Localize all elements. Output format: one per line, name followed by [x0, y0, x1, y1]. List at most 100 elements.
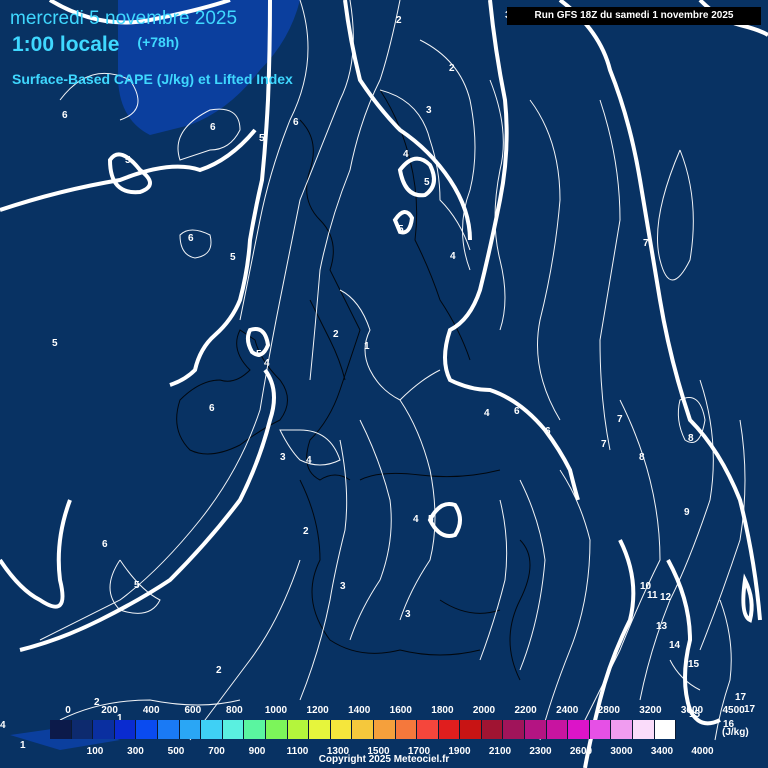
- legend-tick-bottom: 1100: [286, 746, 309, 757]
- forecast-time-label: 1:00 locale: [12, 33, 120, 56]
- legend-swatch: [525, 720, 547, 739]
- legend-tick-top: 200: [101, 705, 118, 716]
- legend-swatch: [481, 720, 504, 739]
- li-label: 6: [102, 539, 108, 550]
- legend-tick-bottom: 1900: [448, 746, 471, 757]
- color-scale-legend: [50, 720, 677, 740]
- li-label: 6: [188, 233, 194, 244]
- li-label: 6: [209, 403, 215, 414]
- cape-map-panel: 2 2 3 4 5 5 5 5 6 6 6 6 6 5 5 4 4 2 1 5 …: [0, 0, 768, 768]
- li-label: 4: [450, 251, 456, 262]
- legend-swatch: [93, 720, 115, 739]
- legend-tick-bottom: 3400: [650, 746, 674, 757]
- legend-swatch: [179, 720, 202, 739]
- legend-swatch: [265, 720, 288, 739]
- li-label: 4: [0, 720, 6, 731]
- legend-swatch: [438, 720, 461, 739]
- li-label: 5: [230, 252, 236, 263]
- legend-swatch: [157, 720, 180, 739]
- legend-swatch: [201, 720, 223, 739]
- legend-swatch: [395, 720, 418, 739]
- legend-swatch: [568, 720, 590, 739]
- li-label: 4: [264, 358, 270, 369]
- parameter-title: Surface-Based CAPE (J/kg) et Lifted Inde…: [12, 71, 293, 87]
- legend-tick-top: 2800: [597, 705, 620, 716]
- legend-tick-top: 1600: [389, 705, 412, 716]
- legend-tick-top: 2400: [556, 705, 579, 716]
- li-label: 3: [405, 609, 411, 620]
- forecast-date: mercredi 5 novembre 2025: [10, 8, 238, 29]
- forecast-time: 1:00 locale (+78h): [12, 33, 179, 57]
- li-label: 6: [293, 117, 299, 128]
- legend-tick-top: 1200: [306, 705, 329, 716]
- li-label: 5: [52, 338, 58, 349]
- li-label: 2: [94, 697, 100, 708]
- li-label: 5: [134, 580, 140, 591]
- li-label: 17: [744, 704, 756, 715]
- legend-swatch: [309, 720, 331, 739]
- legend-swatch: [654, 720, 677, 739]
- legend-swatch: [244, 720, 266, 739]
- legend-tick-top: 2000: [472, 705, 496, 716]
- li-label: 4: [484, 408, 490, 419]
- legend-tick-top: 600: [184, 705, 202, 716]
- li-label: 4: [413, 514, 419, 525]
- legend-swatch: [546, 720, 569, 739]
- legend-swatch: [222, 720, 245, 739]
- legend-swatch: [589, 720, 612, 739]
- legend-tick-bottom: 100: [86, 746, 104, 757]
- li-label: 14: [669, 640, 681, 651]
- legend-tick-bottom: 2300: [529, 746, 552, 757]
- li-label: 7: [601, 439, 607, 450]
- li-label: 5: [428, 514, 434, 525]
- li-label: 6: [514, 406, 520, 417]
- legend-tick-top: 2200: [514, 705, 537, 716]
- li-label: 2: [216, 665, 222, 676]
- legend-swatch: [136, 720, 158, 739]
- li-label: 7: [617, 414, 623, 425]
- legend-unit: (J/kg): [722, 727, 749, 738]
- legend-tick-bottom: 2600: [569, 746, 593, 757]
- legend-tick-top: 4500: [722, 705, 745, 716]
- legend-tick-top: 1000: [264, 705, 288, 716]
- legend-tick-top: 0: [65, 705, 71, 716]
- li-label: 6: [210, 122, 216, 133]
- li-label: 1: [20, 740, 26, 751]
- li-label: 2: [449, 63, 455, 74]
- legend-tick-bottom: 900: [248, 746, 266, 757]
- legend-swatch: [373, 720, 396, 739]
- li-label: 5: [398, 224, 404, 235]
- legend-tick-top: 400: [142, 705, 160, 716]
- li-label: 2: [396, 15, 402, 26]
- li-label: 13: [656, 621, 668, 632]
- li-label: 3: [280, 452, 286, 463]
- legend-tick-bottom: 1500: [367, 746, 390, 757]
- li-label: 7: [643, 238, 649, 249]
- legend-swatch: [417, 720, 439, 739]
- li-label: 5: [259, 133, 265, 144]
- legend-swatch: [633, 720, 655, 739]
- li-label: 9: [684, 507, 690, 518]
- legend-tick-bottom: 3000: [610, 746, 633, 757]
- legend-tick-bottom: 700: [208, 746, 225, 757]
- legend-tick-bottom: 2100: [488, 746, 512, 757]
- legend-swatch: [114, 720, 137, 739]
- legend-tick-top: 1800: [431, 705, 454, 716]
- li-label: 17: [735, 692, 747, 703]
- li-label: 3: [426, 105, 432, 116]
- legend-tick-bottom: 500: [167, 746, 185, 757]
- legend-swatch: [330, 720, 353, 739]
- legend-tick-top: 3600: [680, 705, 704, 716]
- run-info-box: Run GFS 18Z du samedi 1 novembre 2025: [507, 7, 761, 25]
- legend-tick-bottom: 4000: [691, 746, 714, 757]
- legend-swatch: [460, 720, 482, 739]
- li-label: 15: [688, 659, 700, 670]
- legend-swatch: [71, 720, 94, 739]
- li-label: 8: [688, 433, 694, 444]
- legend-swatch: [503, 720, 526, 739]
- li-label: 5: [424, 177, 430, 188]
- legend-swatch: [352, 720, 374, 739]
- li-label: 3: [340, 581, 346, 592]
- li-label: 6: [62, 110, 68, 121]
- li-label: 11: [647, 590, 658, 601]
